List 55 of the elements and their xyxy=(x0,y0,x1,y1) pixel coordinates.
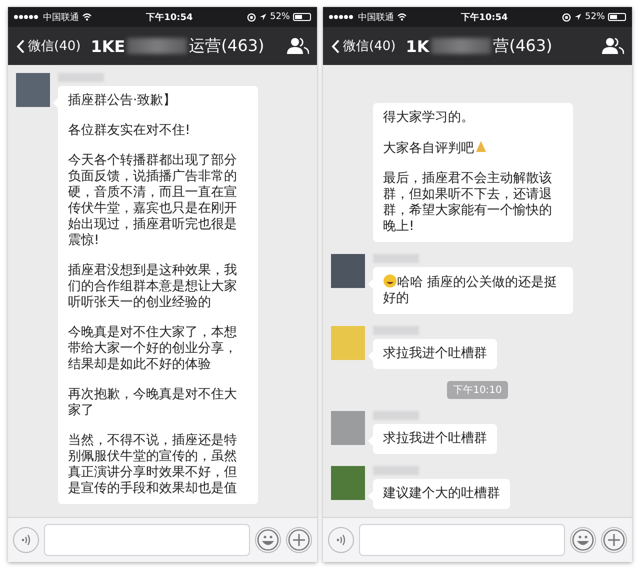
voice-button[interactable] xyxy=(328,527,354,553)
blurred-title xyxy=(127,38,188,54)
battery-icon xyxy=(608,13,626,21)
battery-percent: 52% xyxy=(270,12,290,22)
battery-icon xyxy=(292,13,311,21)
chat-title: 1K xyxy=(406,36,430,56)
wifi-icon xyxy=(397,13,407,21)
message-text: 插座君没想到是这种效果，我们的合作组群本意是想让大家听听张天一的创业经验的 xyxy=(68,263,238,311)
add-button[interactable] xyxy=(286,527,312,553)
message-text: 哈哈 插座的公关做的还是挺好的 xyxy=(383,274,558,307)
message-text: 今天各个转播群都出现了部分负面反馈，说插播广告非常的硬，音质不清，而且一直在宣传伏牛堂，嘉宾也只是在刚开始出现过，插座君听完也很是震惊! xyxy=(68,153,238,249)
signal-icon xyxy=(14,15,38,19)
message-text: 求拉我进个吐槽群 xyxy=(383,431,487,447)
group-members-button[interactable] xyxy=(287,37,309,55)
battery-percent: 52% xyxy=(584,12,605,22)
chat-title: 运营(463) xyxy=(189,36,264,56)
chevron-left-icon xyxy=(16,38,25,54)
message-text: 得大家学习的。 xyxy=(383,110,475,126)
signal-icon xyxy=(329,15,353,19)
emoji-button[interactable] xyxy=(255,527,281,553)
add-button[interactable] xyxy=(601,527,627,553)
clock-time: 下午10:54 xyxy=(461,12,508,24)
message-text: 求拉我进个吐槽群 xyxy=(383,346,487,362)
message-text: 各位群友实在对不住! xyxy=(68,123,192,139)
message-text: 当然，不得不说，插座还是特别佩服伏牛堂的宣传的，虽然真正演讲分享时效果不好，但是宣传的手段和效果却也是值 xyxy=(68,433,238,497)
chat-title: 营(463) xyxy=(493,36,552,56)
back-button[interactable]: 微信(40) xyxy=(16,37,81,55)
timestamp: 下午10:10 xyxy=(447,381,508,399)
message-text: 再次抱歉，今晚真是对不住大家了 xyxy=(68,387,238,419)
chevron-left-icon xyxy=(331,38,340,54)
blurred-title xyxy=(431,38,492,54)
plus-icon xyxy=(288,529,310,551)
location-arrow-icon xyxy=(574,13,582,21)
message-input[interactable] xyxy=(44,524,250,556)
message-text: 最后，插座君不会主动解散该群，但如果听不下去，还请退群，希望大家能有一个愉快的晚上! xyxy=(383,171,553,235)
carrier-name: 中国联通 xyxy=(43,12,79,24)
smiley-icon xyxy=(572,529,594,551)
emoji-button[interactable] xyxy=(570,527,596,553)
sound-waves-icon xyxy=(334,533,348,547)
message-input[interactable] xyxy=(359,524,565,556)
group-members-button[interactable] xyxy=(602,37,624,55)
location-arrow-icon xyxy=(258,13,267,21)
voice-button[interactable] xyxy=(13,527,39,553)
message-text: 插座群公告·致歉】 xyxy=(68,93,178,109)
message-text: 大家各自评判吧 xyxy=(383,140,563,157)
clock-time: 下午10:54 xyxy=(146,12,193,24)
chat-title: 1KE xyxy=(90,36,126,56)
message-text: 建议建个大的吐槽群 xyxy=(383,486,500,502)
sound-waves-icon xyxy=(19,533,33,547)
message-text: 今晚真是对不住大家了，本想带给大家一个好的创业分享，结果却是如此不好的体验 xyxy=(68,325,238,373)
wifi-icon xyxy=(82,13,92,21)
smiley-icon xyxy=(257,529,279,551)
back-button[interactable]: 微信(40) xyxy=(331,37,396,55)
plus-icon xyxy=(603,529,625,551)
carrier-name: 中国联通 xyxy=(358,12,394,24)
